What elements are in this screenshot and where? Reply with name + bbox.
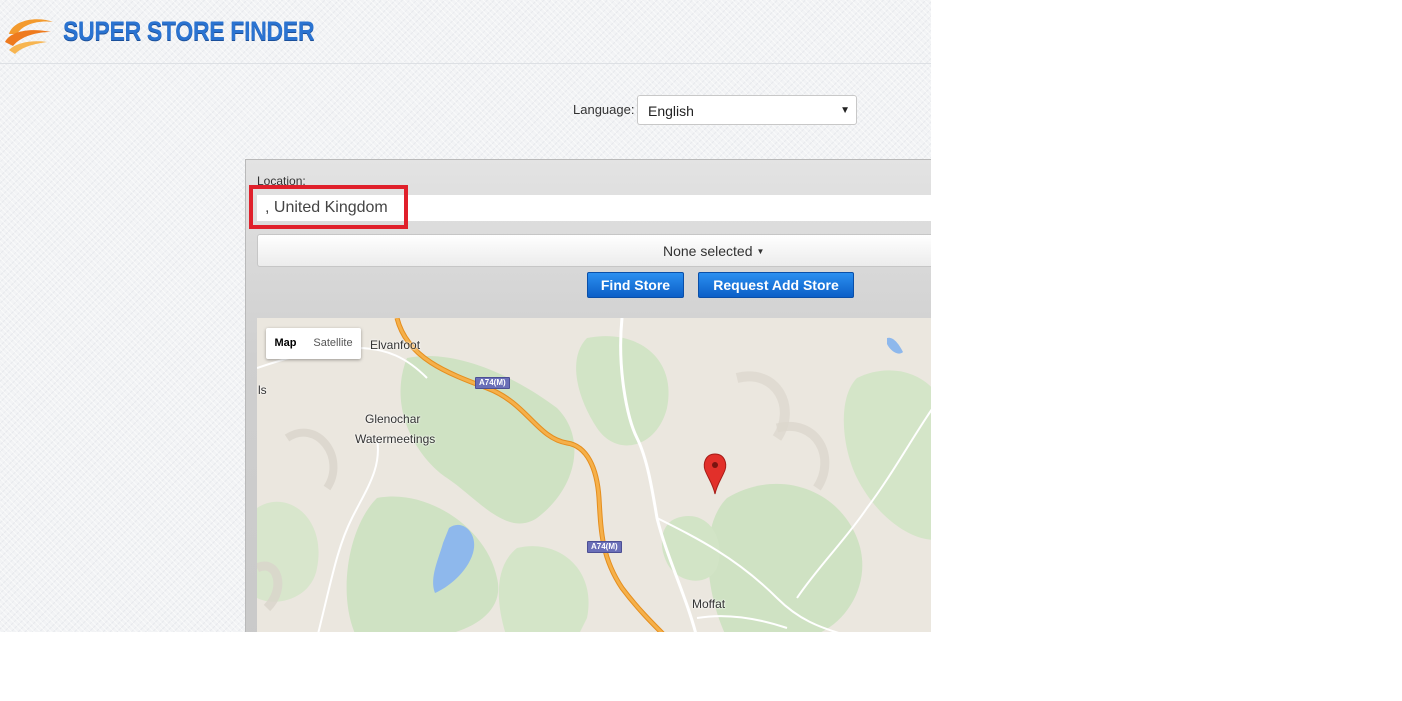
location-highlight-box <box>249 185 408 229</box>
road-shield-label: A74(M) <box>587 541 622 553</box>
dropdown-arrow-icon: ▼ <box>840 105 850 116</box>
map-place-label: Glenochar <box>365 412 421 426</box>
language-selected-value: English <box>648 103 694 119</box>
category-dropdown[interactable]: None selected ▼ <box>257 234 931 267</box>
map-canvas[interactable] <box>257 318 931 632</box>
map-place-label: Elvanfoot <box>370 338 421 352</box>
caret-down-icon: ▼ <box>756 247 765 256</box>
map-type-map-button[interactable]: Map <box>266 328 305 359</box>
map-place-label: Watermeetings <box>355 432 436 446</box>
map-place-label: Moffat <box>692 597 726 611</box>
page: SUPER STORE FINDER Language: English ▼ L… <box>0 0 931 632</box>
language-select[interactable]: English ▼ <box>637 95 857 125</box>
map-tiles <box>257 318 931 632</box>
site-logo-text[interactable]: SUPER STORE FINDER <box>63 16 315 47</box>
road-shield-label: A74(M) <box>475 377 510 389</box>
category-selected-value: None selected <box>663 243 753 259</box>
logo-swoosh-icon <box>5 19 53 54</box>
map-type-satellite-button[interactable]: Satellite <box>305 328 361 359</box>
map-place-label: ls <box>258 383 267 397</box>
language-label: Language: <box>573 102 635 117</box>
request-add-store-button[interactable]: Request Add Store <box>698 272 854 298</box>
map-type-control: Map Satellite <box>266 328 361 359</box>
site-header: SUPER STORE FINDER <box>0 0 931 64</box>
find-store-button[interactable]: Find Store <box>587 272 684 298</box>
